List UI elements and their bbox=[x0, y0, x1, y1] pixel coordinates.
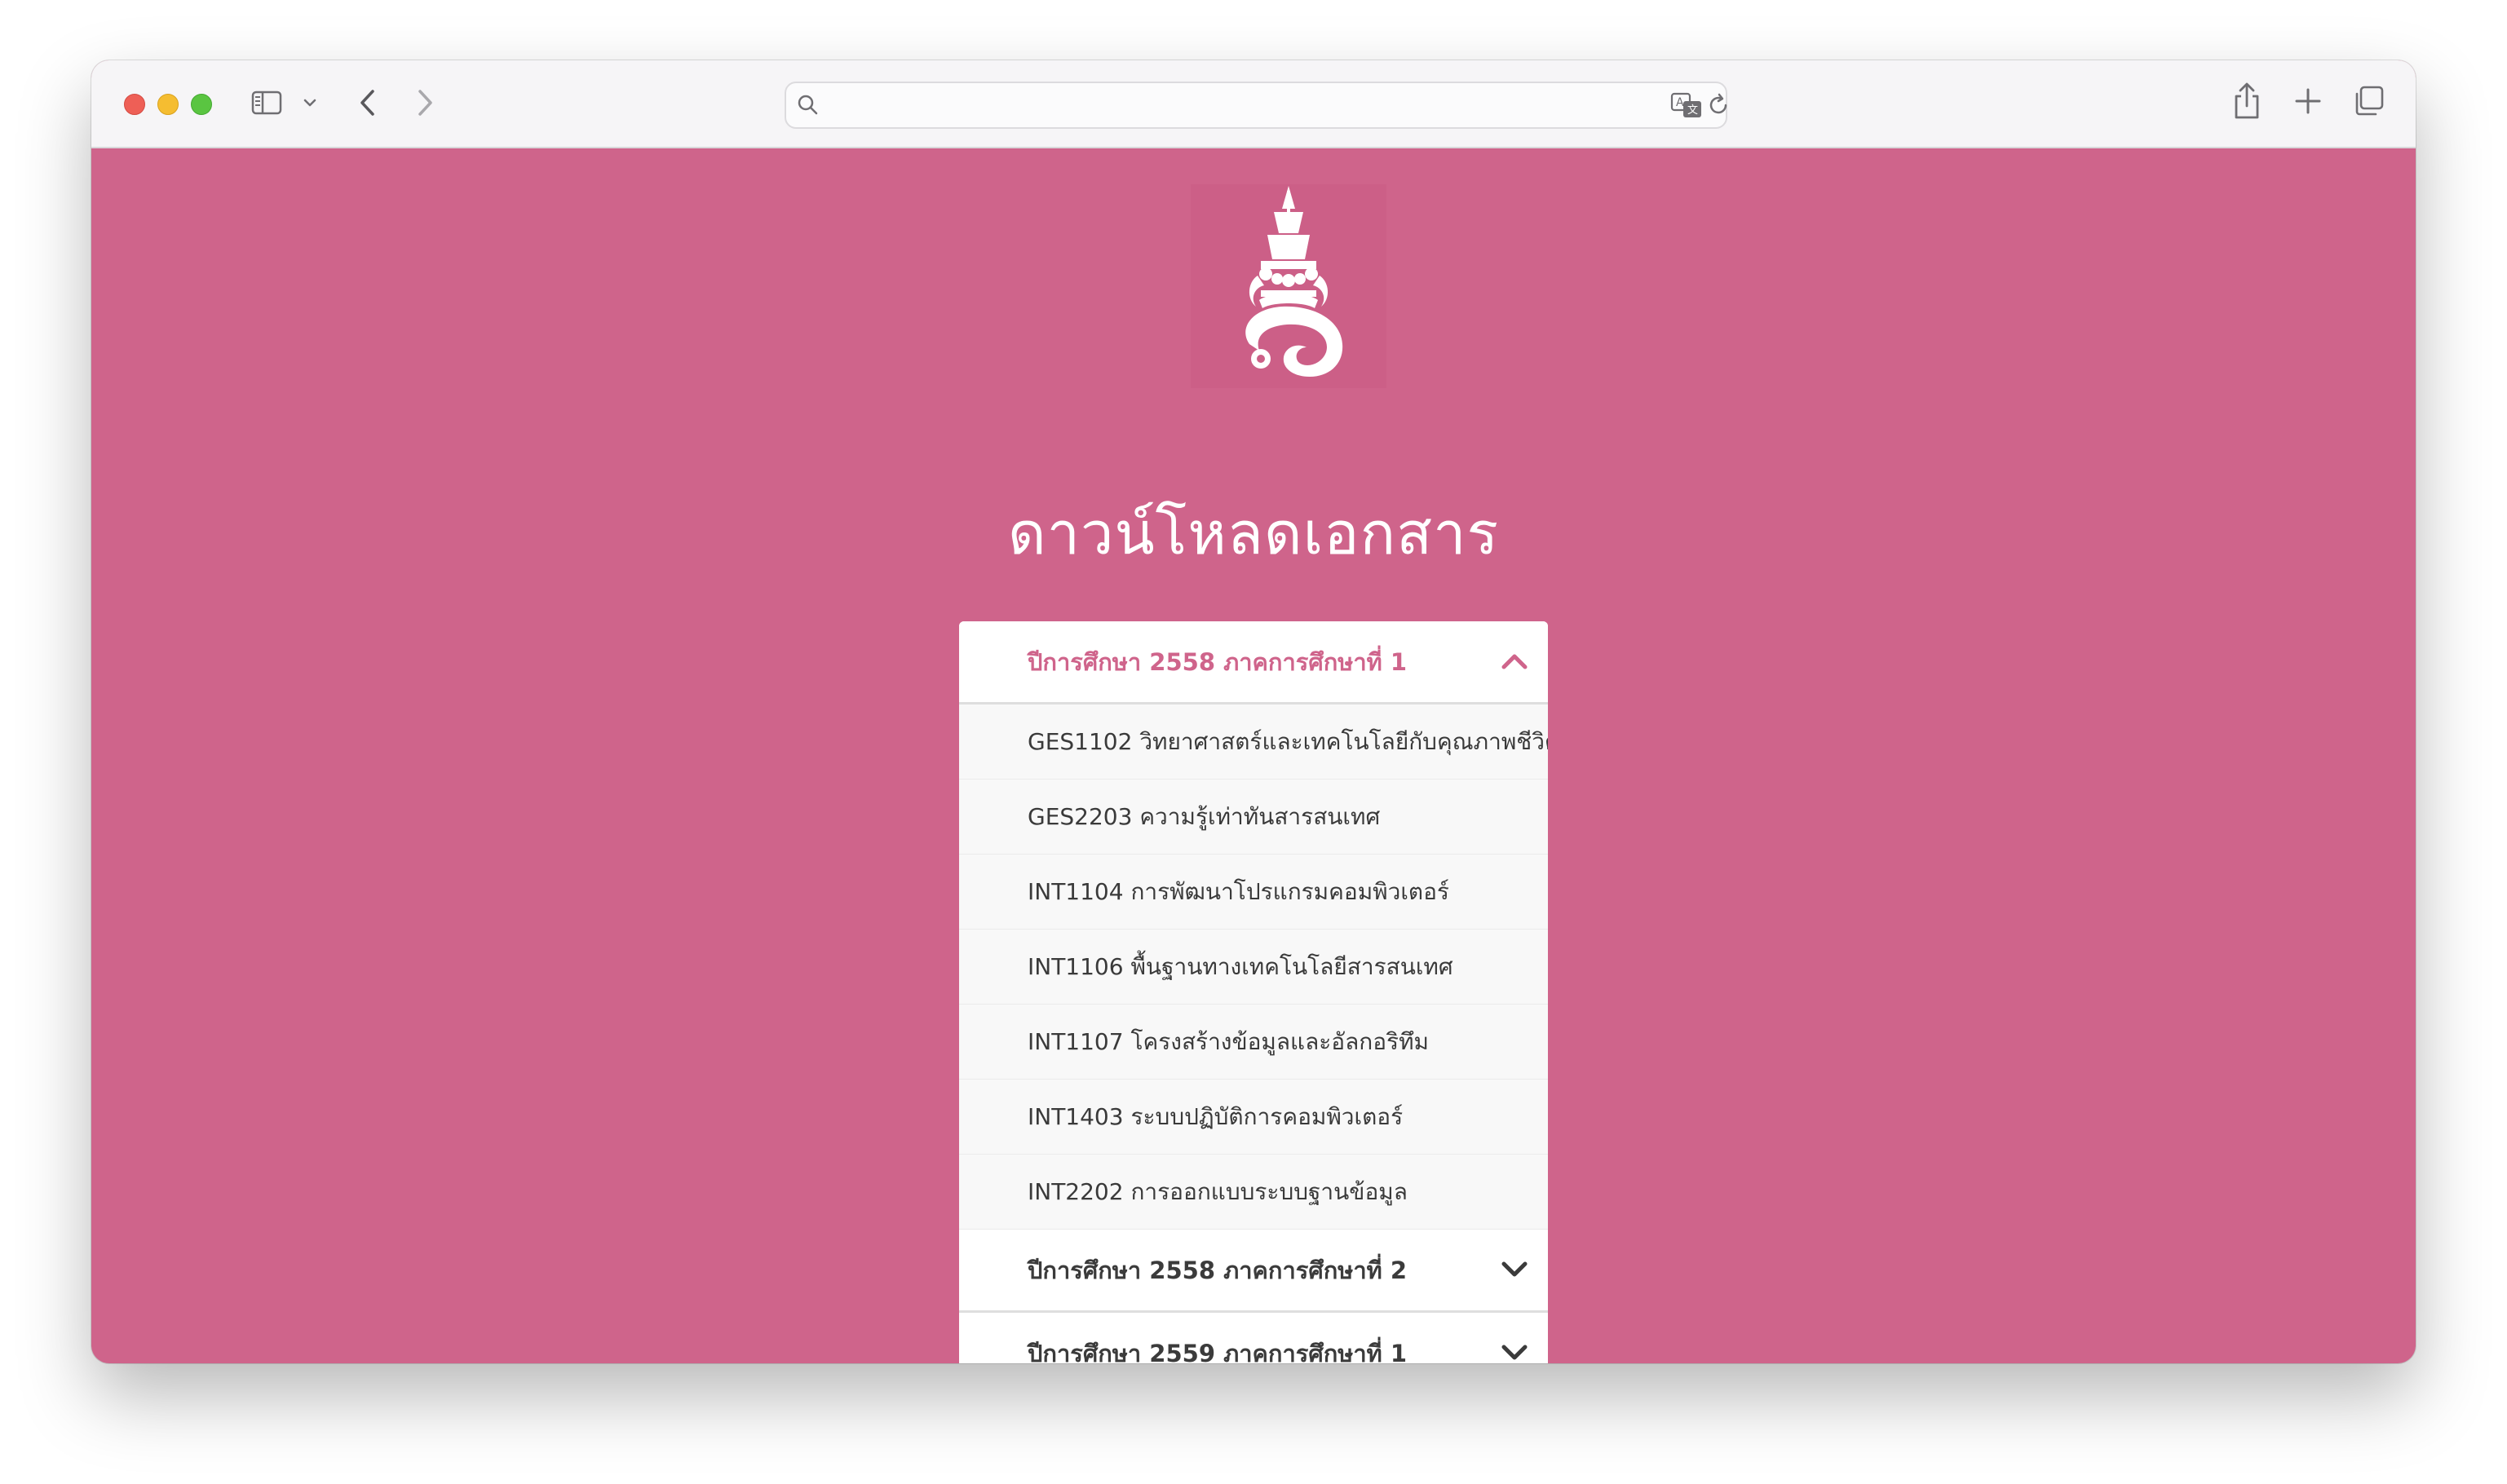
svg-text:文: 文 bbox=[1687, 104, 1698, 117]
course-label: INT1106 พื้นฐานทางเทคโนโลยีสารสนเทศ bbox=[1028, 953, 1453, 980]
course-link-ges1102[interactable]: GES1102 วิทยาศาสตร์และเทคโนโลยีกับคุณภาพ… bbox=[959, 704, 1548, 780]
share-icon[interactable] bbox=[2231, 82, 2262, 121]
chevron-down-icon bbox=[1501, 1261, 1528, 1277]
course-label: INT2202 การออกแบบระบบฐานข้อมูล bbox=[1028, 1178, 1408, 1205]
chevron-down-icon bbox=[1501, 1345, 1528, 1360]
address-input[interactable] bbox=[829, 88, 1607, 122]
close-window-button[interactable] bbox=[124, 94, 145, 115]
course-label: INT1403 ระบบปฏิบัติการคอมพิวเตอร์ bbox=[1028, 1103, 1404, 1130]
reload-icon[interactable] bbox=[1706, 93, 1731, 117]
chevron-left-icon[interactable] bbox=[357, 88, 378, 117]
chevron-right-icon[interactable] bbox=[414, 88, 436, 117]
course-label: GES1102 วิทยาศาสตร์และเทคโนโลยีกับคุณภาพ… bbox=[1028, 728, 1548, 755]
course-label: GES2203 ความรู้เท่าทันสารสนเทศ bbox=[1028, 803, 1381, 830]
address-bar[interactable]: A 文 bbox=[785, 82, 1727, 129]
course-link-int1104[interactable]: INT1104 การพัฒนาโปรแกรมคอมพิวเตอร์ bbox=[959, 855, 1548, 930]
minimize-window-button[interactable] bbox=[157, 94, 179, 115]
search-icon bbox=[798, 95, 818, 115]
semester-accordion: ปีการศึกษา 2558 ภาคการศึกษาที่ 1 GES1102… bbox=[959, 621, 1548, 1363]
course-link-int1403[interactable]: INT1403 ระบบปฏิบัติการคอมพิวเตอร์ bbox=[959, 1080, 1548, 1155]
accordion-header-2558-2[interactable]: ปีการศึกษา 2558 ภาคการศึกษาที่ 2 bbox=[959, 1230, 1548, 1313]
sidebar-icon[interactable] bbox=[251, 90, 282, 116]
accordion-header-label: ปีการศึกษา 2558 ภาคการศึกษาที่ 2 bbox=[1028, 1257, 1408, 1284]
browser-toolbar: A 文 bbox=[91, 60, 2416, 148]
translate-icon[interactable]: A 文 bbox=[1670, 91, 1703, 119]
course-label: INT1107 โครงสร้างข้อมูลและอัลกอริทึม bbox=[1028, 1028, 1429, 1055]
page-title: ดาวน์โหลดเอกสาร bbox=[1007, 499, 1500, 568]
plus-icon[interactable] bbox=[2293, 86, 2323, 116]
accordion-header-label: ปีการศึกษา 2558 ภาคการศึกษาที่ 1 bbox=[1028, 648, 1408, 676]
course-label: INT1104 การพัฒนาโปรแกรมคอมพิวเตอร์ bbox=[1028, 878, 1449, 905]
course-link-int1106[interactable]: INT1106 พื้นฐานทางเทคโนโลยีสารสนเทศ bbox=[959, 930, 1548, 1005]
zoom-window-button[interactable] bbox=[191, 94, 212, 115]
accordion-header-2558-1[interactable]: ปีการศึกษา 2558 ภาคการศึกษาที่ 1 bbox=[959, 621, 1548, 704]
accordion-header-2559-1[interactable]: ปีการศึกษา 2559 ภาคการศึกษาที่ 1 bbox=[959, 1313, 1548, 1363]
tabs-overview-icon[interactable] bbox=[2352, 85, 2385, 117]
university-emblem-logo bbox=[1191, 184, 1386, 388]
page-content: ดาวน์โหลดเอกสาร ปีการศึกษา 2558 ภาคการศึ… bbox=[91, 148, 2416, 1363]
course-link-int1107[interactable]: INT1107 โครงสร้างข้อมูลและอัลกอริทึม bbox=[959, 1005, 1548, 1080]
course-link-ges2203[interactable]: GES2203 ความรู้เท่าทันสารสนเทศ bbox=[959, 780, 1548, 855]
course-link-int2202[interactable]: INT2202 การออกแบบระบบฐานข้อมูล bbox=[959, 1155, 1548, 1230]
browser-window: A 文 ดาวน์โหลดเอกสาร ปีการศึกษา 2558 ภาคก… bbox=[91, 60, 2416, 1363]
tab-group-chevron-down-icon[interactable] bbox=[302, 96, 318, 109]
accordion-header-label: ปีการศึกษา 2559 ภาคการศึกษาที่ 1 bbox=[1028, 1340, 1408, 1363]
svg-text:A: A bbox=[1676, 96, 1684, 109]
chevron-up-icon bbox=[1501, 654, 1528, 669]
